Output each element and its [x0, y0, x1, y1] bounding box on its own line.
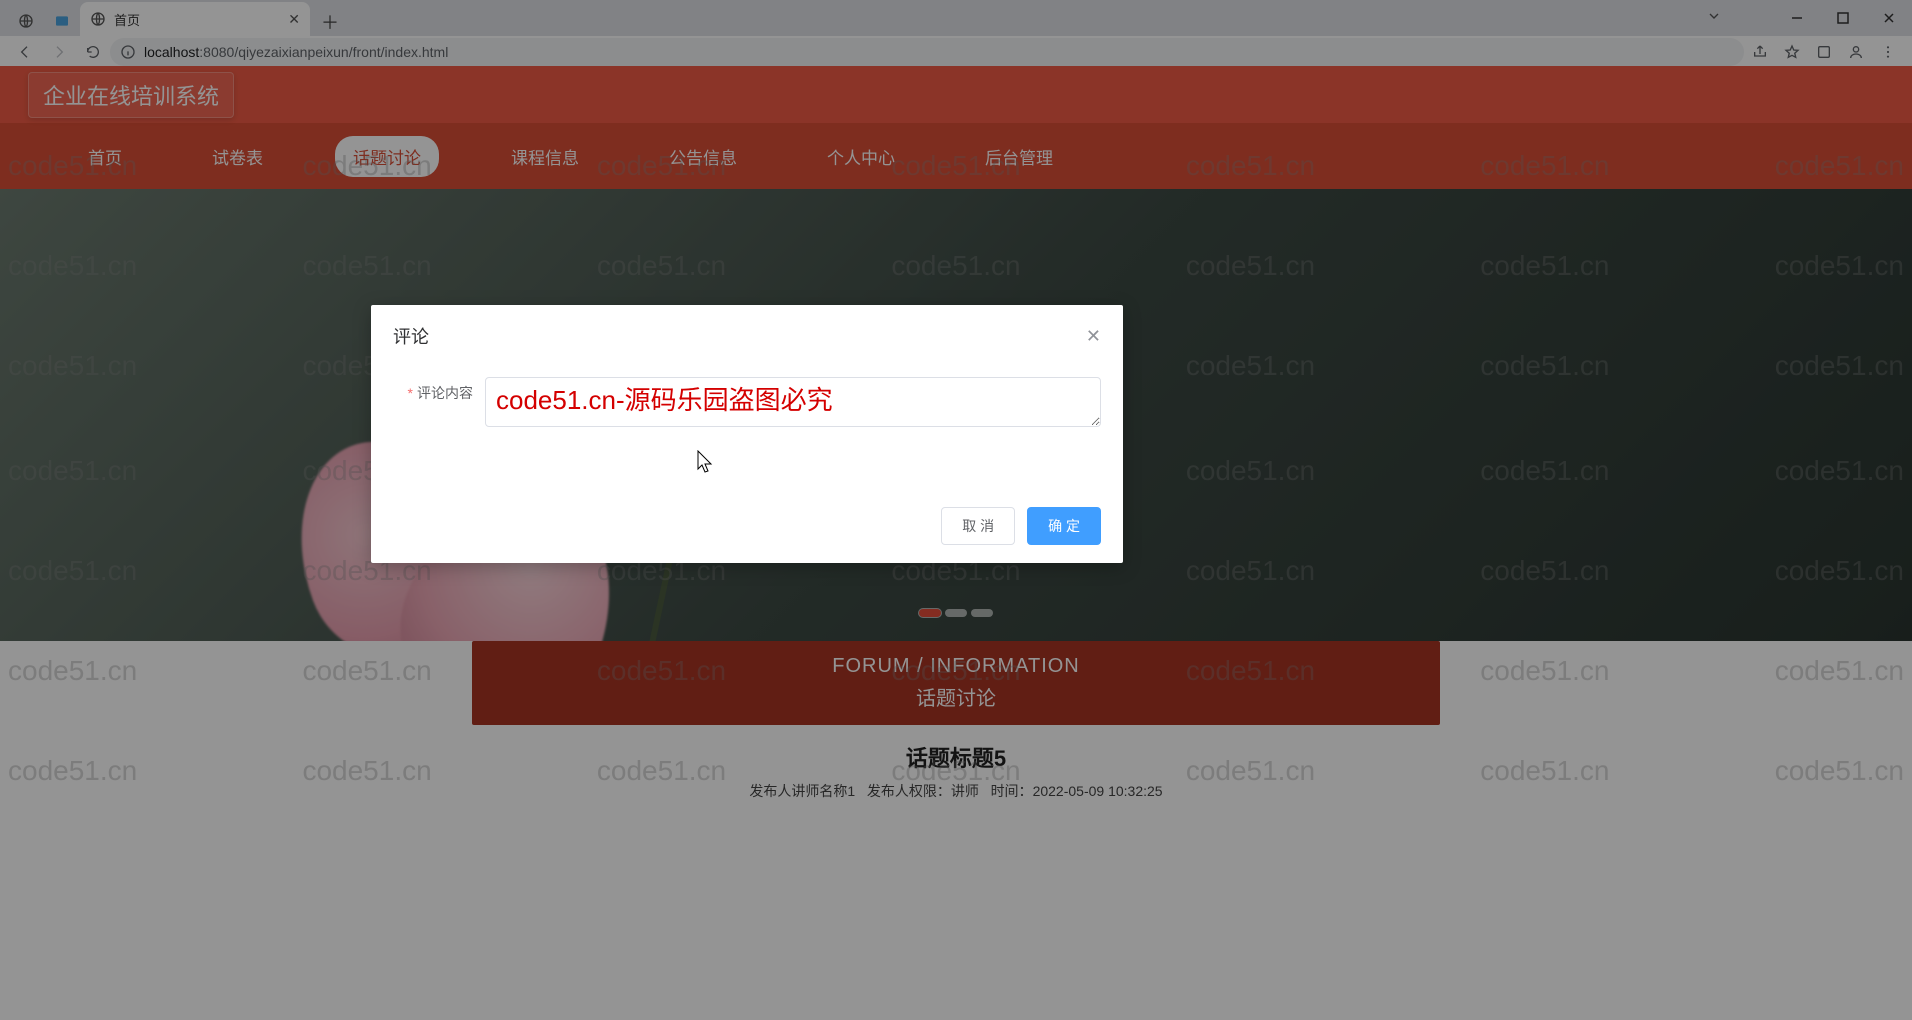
comment-label: *评论内容 — [393, 377, 485, 403]
mouse-cursor-icon — [697, 450, 715, 474]
comment-dialog: 评论 ✕ *评论内容 取 消 确 定 — [371, 305, 1123, 563]
comment-textarea[interactable] — [485, 377, 1101, 427]
dialog-header: 评论 ✕ — [371, 305, 1123, 359]
dialog-footer: 取 消 确 定 — [371, 489, 1123, 563]
cancel-button[interactable]: 取 消 — [941, 507, 1015, 545]
dialog-body: *评论内容 — [371, 359, 1123, 432]
dialog-title: 评论 — [393, 323, 429, 349]
confirm-button[interactable]: 确 定 — [1027, 507, 1101, 545]
dialog-close-button[interactable]: ✕ — [1086, 326, 1101, 347]
